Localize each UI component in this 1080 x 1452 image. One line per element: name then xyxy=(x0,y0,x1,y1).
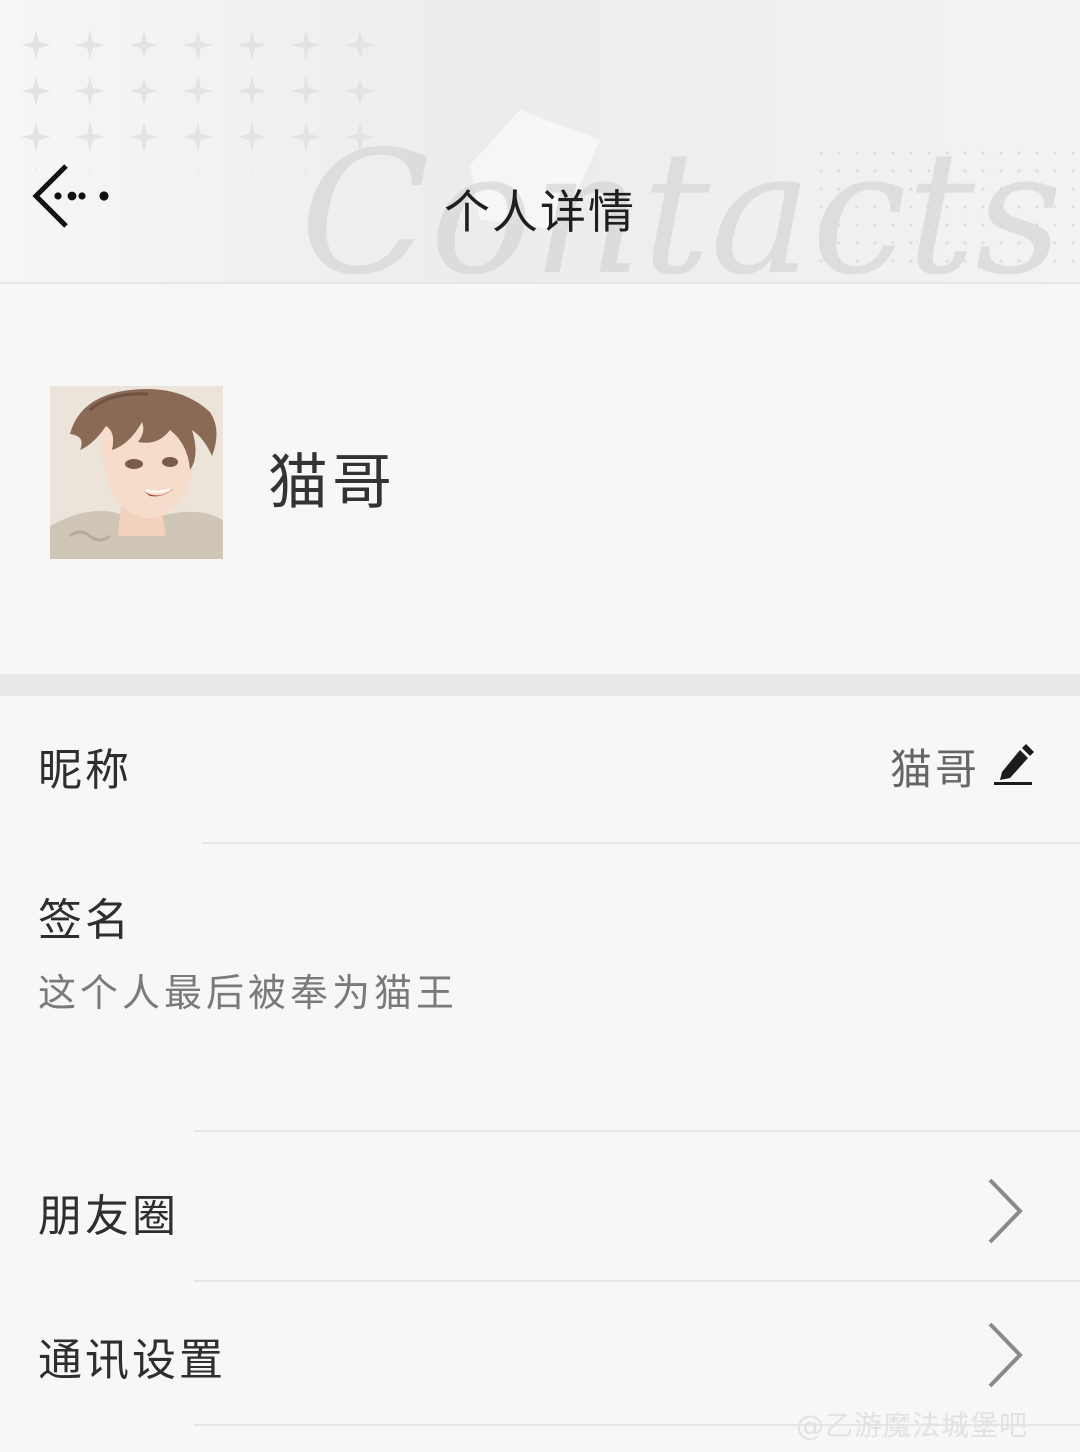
header: Contacts 个人详情 xyxy=(0,0,1080,284)
pencil-icon[interactable] xyxy=(990,740,1036,788)
chevron-right-icon xyxy=(986,1176,1026,1246)
profile-name: 猫哥 xyxy=(268,448,396,518)
screen: Contacts 个人详情 猫哥 昵称 猫哥 签名 这个人最后被奉为猫王 朋友圈… xyxy=(0,0,1080,1452)
avatar-image xyxy=(50,386,223,559)
nickname-label: 昵称 xyxy=(38,745,132,796)
profile-card: 猫哥 xyxy=(0,286,1080,674)
avatar[interactable] xyxy=(50,386,223,559)
signature-label: 签名 xyxy=(38,895,132,946)
signature-value: 这个人最后被奉为猫王 xyxy=(38,971,459,1015)
divider xyxy=(202,842,1080,844)
comm-settings-label: 通讯设置 xyxy=(38,1335,226,1386)
nickname-value: 猫哥 xyxy=(889,745,980,794)
page-title: 个人详情 xyxy=(444,185,636,239)
watermark: @乙游魔法城堡吧 xyxy=(796,1409,1029,1442)
chevron-right-icon xyxy=(986,1320,1026,1390)
moments-label: 朋友圈 xyxy=(38,1191,179,1242)
section-divider xyxy=(0,674,1080,696)
